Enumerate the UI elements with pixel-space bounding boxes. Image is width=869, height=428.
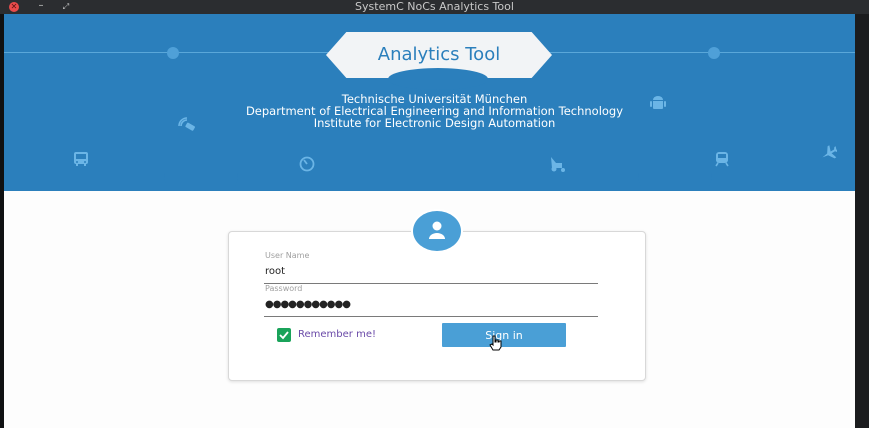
- password-underline: [264, 316, 598, 317]
- train-icon: [713, 150, 731, 171]
- window-right-edge: [855, 14, 869, 428]
- airplane-icon: [819, 144, 839, 165]
- bus-icon: [72, 150, 90, 171]
- institution-institute: Institute for Electronic Design Automati…: [313, 116, 556, 130]
- username-label: User Name: [265, 251, 310, 260]
- remember-me-checkbox[interactable]: [277, 328, 291, 342]
- sign-in-button[interactable]: Sign in: [442, 323, 566, 347]
- hand-cursor-icon: [489, 335, 503, 351]
- timer-icon: [298, 154, 316, 175]
- username-underline: [264, 283, 598, 284]
- title-badge-notch: [388, 68, 488, 90]
- header-line-dot: [708, 47, 720, 59]
- remember-me-label[interactable]: Remember me!: [298, 328, 376, 342]
- password-input[interactable]: ●●●●●●●●●●●: [265, 299, 351, 310]
- user-avatar-icon: [413, 211, 461, 251]
- harvester-icon: [548, 155, 568, 176]
- window-titlebar: ✕ – ⤢ SystemC NoCs Analytics Tool: [0, 0, 869, 14]
- username-input[interactable]: root: [265, 266, 285, 277]
- window-title: SystemC NoCs Analytics Tool: [355, 0, 514, 13]
- header-line-dot: [167, 47, 179, 59]
- password-label: Password: [265, 284, 303, 293]
